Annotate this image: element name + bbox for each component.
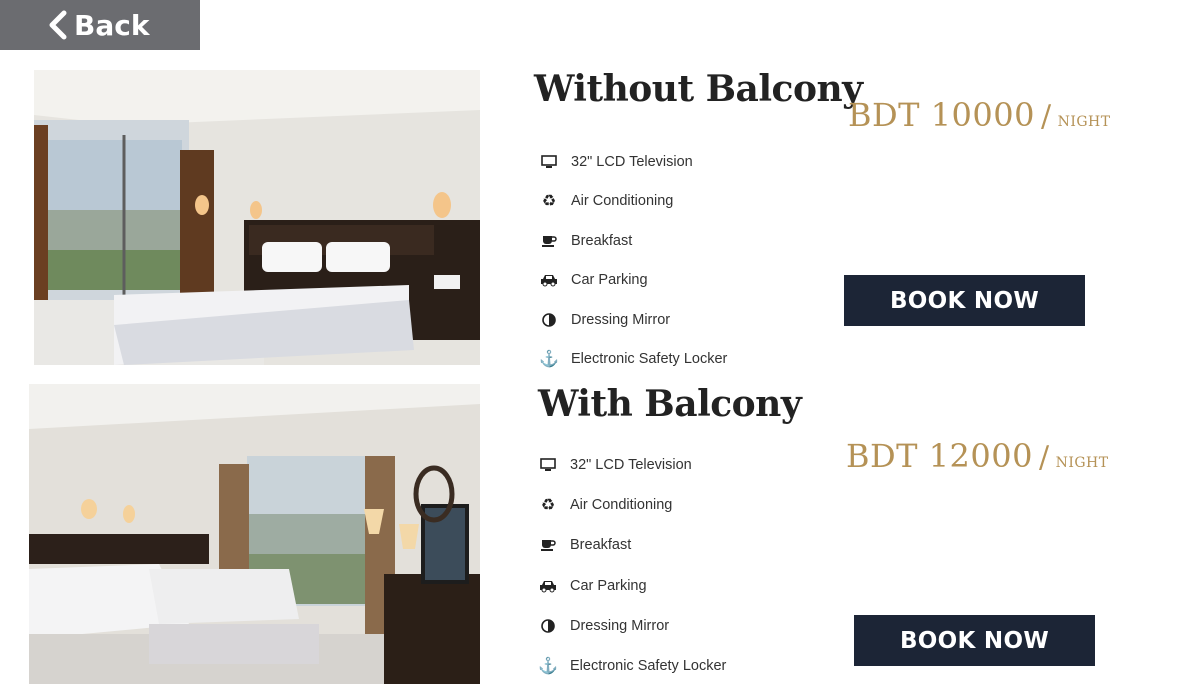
amenity-list: 32" LCD Television ♻ Air Conditioning Br… [539,142,728,379]
tv-icon [540,154,558,170]
anchor-icon: ⚓ [539,351,559,369]
amenity-item: 32" LCD Television [540,142,727,182]
price-amount: BDT 12000 [846,437,1033,475]
price-unit: Night [1055,448,1109,472]
room-photo-without-balcony [34,70,480,365]
recycle-icon: ♻ [541,193,557,211]
chevron-left-icon [49,10,67,40]
coffee-icon [540,233,558,249]
price-unit: Night [1057,107,1111,131]
room-title: With Balcony [538,383,802,425]
book-now-button[interactable]: BOOK NOW [844,275,1085,326]
contrast-icon [540,312,558,328]
amenity-item: Car Parking [539,566,726,606]
recycle-icon: ♻ [540,497,556,515]
contrast-icon [539,618,557,634]
room-title: Without Balcony [534,68,863,110]
amenity-item: ♻ Air Conditioning [541,193,674,211]
car-icon [539,578,557,594]
price-label: BDT 10000/Night [848,96,1111,134]
amenity-item: Breakfast [540,221,727,261]
tv-icon [539,457,557,473]
amenity-list: 32" LCD Television ♻ Air Conditioning Br… [538,445,727,686]
amenity-item: Dressing Mirror [539,606,726,646]
amenity-item: Car Parking [540,261,727,301]
amenity-item: ⚓ Electronic Safety Locker [539,351,728,369]
car-icon [540,272,558,288]
amenity-item: 32" LCD Television [539,445,726,485]
coffee-icon [539,537,557,553]
amenity-item: Dressing Mirror [540,300,727,340]
room-photo-with-balcony [29,384,480,684]
price-amount: BDT 10000 [848,96,1035,134]
anchor-icon: ⚓ [538,658,558,676]
amenity-item: Breakfast [539,525,726,565]
price-label: BDT 12000/Night [846,437,1109,475]
book-now-button[interactable]: BOOK NOW [854,615,1095,666]
back-label: Back [74,8,150,42]
amenity-item: ⚓ Electronic Safety Locker [538,658,727,676]
amenity-item: ♻ Air Conditioning [540,497,673,515]
back-button[interactable]: Back [0,0,200,50]
